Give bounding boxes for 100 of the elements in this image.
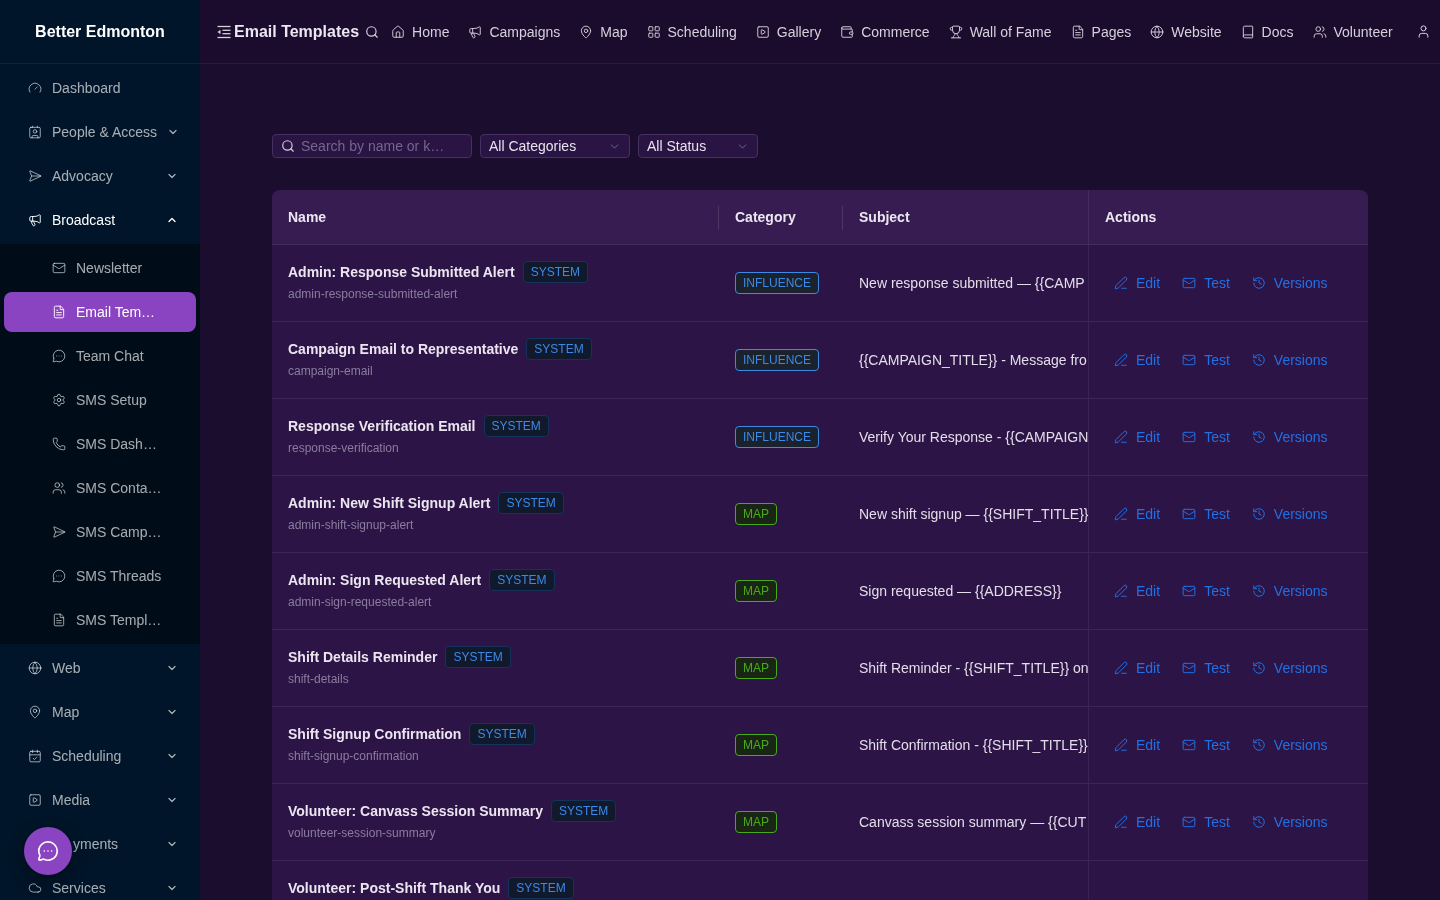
subject-text: Shift Reminder - {{SHIFT_TITLE}} on [859,660,1088,676]
mail-icon [52,261,66,275]
sidebar-item[interactable]: Web [4,648,196,688]
search-icon [281,139,295,153]
mail-icon [1182,738,1197,752]
pencil-icon [1114,584,1128,598]
sidebar-item[interactable]: Email Tem… [4,292,196,332]
versions-button[interactable]: Versions [1244,344,1335,376]
category-tag: MAP [735,580,777,602]
nav-link[interactable]: Wall of Fame [948,23,1052,40]
map-pin-icon [579,24,594,39]
sidebar-item[interactable]: Services [4,868,196,900]
megaphone-icon [468,24,483,39]
brand-name: Better Edmonton [35,22,165,41]
menu-icon[interactable] [217,24,231,39]
template-name: Admin: Response Submitted Alert [288,264,515,280]
sidebar-item[interactable]: SMS Threads [4,556,196,596]
mail-icon [1182,353,1197,367]
subject-text: {{CAMPAIGN_TITLE}} - Message fro [859,352,1087,368]
sidebar-item[interactable]: SMS Setup [4,380,196,420]
sidebar-item[interactable]: Map [4,692,196,732]
phone-icon [52,437,66,451]
nav-link[interactable]: Map [579,23,628,40]
template-name: Volunteer: Post-Shift Thank You [288,880,501,896]
nav-link[interactable]: Commerce [840,23,930,40]
versions-button[interactable]: Versions [1244,421,1335,453]
name-column-header: Name [288,209,327,225]
versions-button[interactable]: Versions [1244,806,1335,838]
category-tag: INFLUENCE [735,272,819,294]
history-icon [1251,507,1266,521]
category-select[interactable]: All Categories [480,134,630,158]
nav-link[interactable]: Pages [1070,23,1132,40]
versions-button[interactable]: Versions [1244,267,1335,299]
nav-link[interactable]: Home [391,23,450,40]
sidebar-item[interactable]: Media [4,780,196,820]
history-icon [1251,353,1266,367]
users-icon [52,481,66,495]
history-icon [1251,584,1266,598]
pencil-icon [1114,507,1128,521]
gauge-icon [28,81,42,95]
sidebar-item[interactable]: SMS Conta… [4,468,196,508]
trophy-icon [948,24,963,39]
template-name: Shift Details Reminder [288,649,438,665]
mail-icon [1182,276,1197,290]
sidebar-item[interactable]: Newsletter [4,248,196,288]
search-field[interactable]: Search by name or k… [272,134,472,158]
category-tag: MAP [735,811,777,833]
subject-text: Shift Confirmation - {{SHIFT_TITLE}} [859,737,1088,753]
nav-link[interactable]: Gallery [755,23,822,40]
template-slug: shift-signup-confirmation [288,749,420,763]
template-name: Shift Signup Confirmation [288,726,462,742]
category-tag: INFLUENCE [735,426,819,448]
nav-link[interactable]: Docs [1240,23,1294,40]
pencil-icon [1114,276,1128,290]
template-slug: admin-response-submitted-alert [288,287,459,301]
map-pin-icon [28,705,42,719]
sidebar-item[interactable]: SMS Camp… [4,512,196,552]
history-icon [1251,738,1266,752]
sidebar-item[interactable]: yments [4,824,196,864]
template-slug: admin-shift-signup-alert [288,518,415,532]
sidebar-item[interactable]: Broadcast [4,200,196,240]
versions-button[interactable]: Versions [1244,575,1335,607]
versions-button[interactable]: Versions [1244,498,1335,530]
megaphone-icon [28,213,42,227]
mail-icon [1182,430,1197,444]
paper-plane-icon [28,169,42,183]
nav-link[interactable]: Campaigns [468,23,561,40]
system-tag: SYSTEM [550,800,617,822]
system-tag: SYSTEM [445,646,511,668]
status-select[interactable]: All Status [638,134,758,158]
nav-link[interactable]: Scheduling [646,23,737,40]
sidebar-item[interactable]: People & Access [4,112,196,152]
nav-link[interactable]: Website [1150,23,1222,40]
template-name: Admin: Sign Requested Alert [288,572,482,588]
pencil-icon [1114,661,1128,675]
sidebar-item[interactable]: Scheduling [4,736,196,776]
search-icon[interactable] [365,24,380,39]
sidebar-item[interactable]: Dashboard [4,68,196,108]
nav-link[interactable]: Volunteer [1312,23,1393,40]
template-slug: admin-sign-requested-alert [288,595,433,609]
sidebar-item[interactable]: SMS Dash… [4,424,196,464]
sidebar-item[interactable]: Team Chat [4,336,196,376]
subject-text: Sign requested — {{ADDRESS}} [859,583,1062,599]
chat-bubble-icon [52,349,66,363]
category-column-header: Category [735,209,796,225]
system-tag: SYSTEM [526,338,592,360]
document-icon [52,305,66,319]
system-tag: SYSTEM [469,723,535,745]
user-icon[interactable] [1416,24,1431,39]
calendar-icon [28,749,42,763]
system-tag: SYSTEM [489,569,555,591]
sidebar-item[interactable]: SMS Templ… [4,600,196,640]
system-tag: SYSTEM [498,492,564,514]
versions-button[interactable]: Versions [1244,729,1335,761]
sidebar-item[interactable]: Advocacy [4,156,196,196]
versions-button[interactable]: Versions [1244,652,1335,684]
play-square-icon [755,24,770,39]
category-tag: MAP [735,657,777,679]
subject-text: Verify Your Response - {{CAMPAIGN [859,429,1088,445]
pencil-icon [1114,815,1128,829]
